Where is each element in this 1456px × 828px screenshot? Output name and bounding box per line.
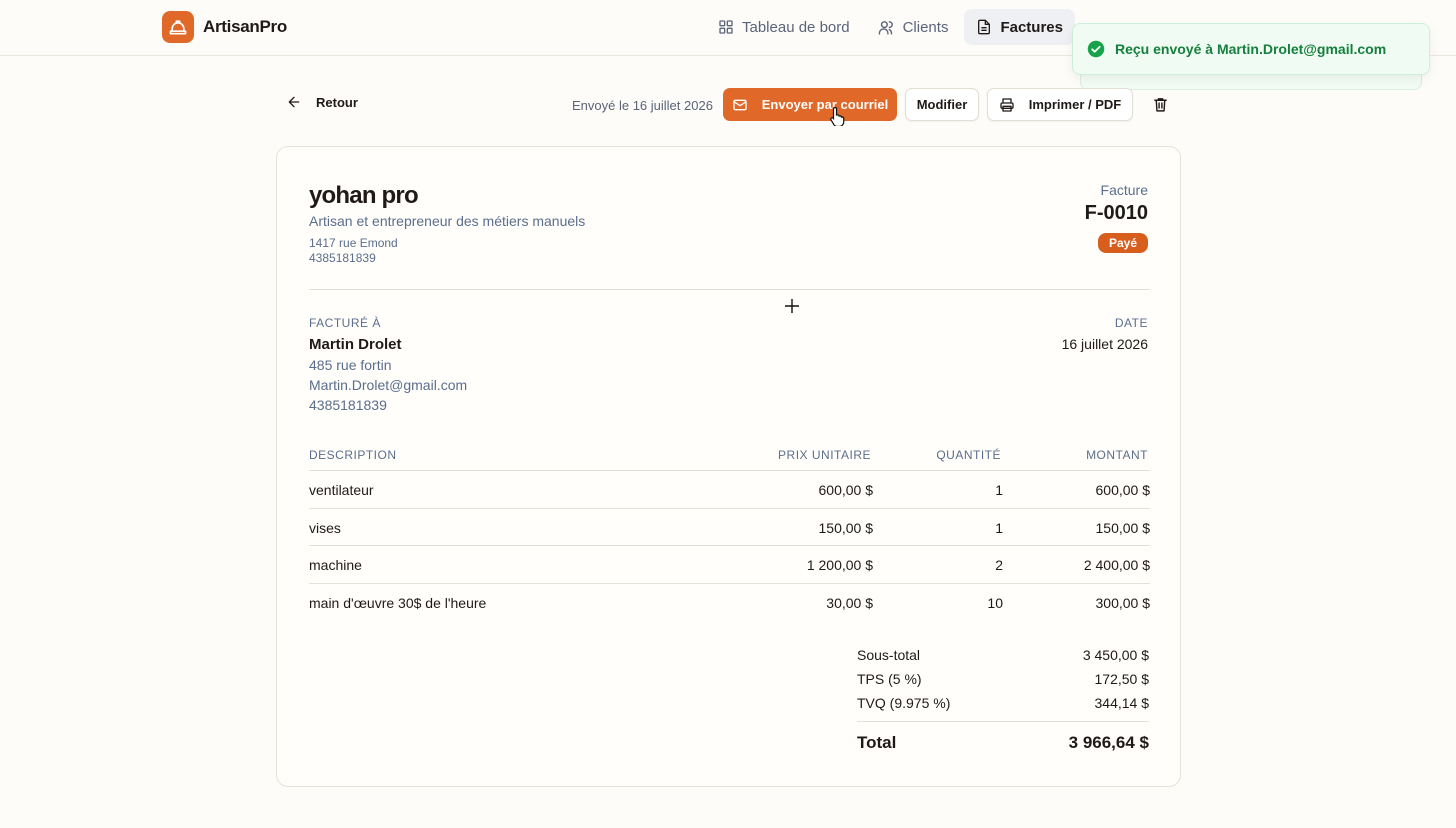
- print-label: Imprimer / PDF: [1028, 97, 1122, 112]
- send-email-button[interactable]: Envoyer par courriel: [723, 88, 897, 121]
- row-amount: 2 400,00 $: [1083, 557, 1150, 573]
- invoice-number: F-0010: [1084, 202, 1148, 224]
- row-description: main d'œuvre 30$ de l'heure: [309, 595, 487, 611]
- table-row: machine 1 200,00 $ 2 2 400,00 $: [309, 545, 1150, 582]
- client-phone: 4385181839: [309, 397, 387, 413]
- nav-item-invoices[interactable]: Factures: [964, 9, 1075, 45]
- table-row: main d'œuvre 30$ de l'heure 30,00 $ 10 3…: [309, 583, 1150, 620]
- subtotal-value: 3 450,00 $: [1082, 647, 1149, 663]
- billed-to-label: FACTURÉ À: [309, 316, 381, 330]
- column-header-amount: MONTANT: [1086, 448, 1148, 462]
- grid-icon: [719, 20, 733, 34]
- tps-value: 172,50 $: [1094, 671, 1150, 687]
- business-phone: 4385181839: [309, 251, 376, 265]
- back-label: Retour: [316, 94, 358, 110]
- print-pdf-button[interactable]: Imprimer / PDF: [987, 88, 1133, 121]
- toast-message: Reçu envoyé à Martin.Drolet@gmail.com: [1115, 41, 1387, 57]
- brand-name: ArtisanPro: [203, 17, 287, 36]
- row-unit-price: 150,00 $: [818, 520, 874, 536]
- invoice-card: yohan pro Artisan et entrepreneur des mé…: [276, 146, 1181, 787]
- mail-icon: [733, 99, 747, 110]
- date-label: DATE: [1114, 316, 1148, 330]
- totals-divider: [857, 721, 1149, 722]
- client-address: 485 rue fortin: [309, 357, 392, 373]
- sent-status: Envoyé le 16 juillet 2026: [572, 98, 713, 113]
- row-unit-price: 1 200,00 $: [806, 557, 873, 573]
- business-tagline: Artisan et entrepreneur des métiers manu…: [309, 213, 586, 229]
- hard-hat-icon: [162, 11, 194, 43]
- nav-item-clients[interactable]: Clients: [866, 9, 961, 45]
- nav-label: Factures: [1000, 18, 1063, 36]
- row-amount: 300,00 $: [1095, 595, 1151, 611]
- back-button[interactable]: Retour: [286, 94, 358, 110]
- row-quantity: 2: [995, 557, 1003, 573]
- document-type: Facture: [1100, 182, 1148, 198]
- invoice-date: 16 juillet 2026: [1061, 336, 1148, 352]
- business-address: 1417 rue Emond: [309, 236, 398, 250]
- client-email: Martin.Drolet@gmail.com: [309, 377, 468, 393]
- nav-label: Tableau de bord: [742, 18, 850, 36]
- tvq-label: TVQ (9.975 %): [857, 695, 951, 711]
- business-name: yohan pro: [309, 182, 419, 209]
- client-name: Martin Drolet: [309, 336, 402, 353]
- brand[interactable]: ArtisanPro: [162, 11, 287, 43]
- column-header-description: DESCRIPTION: [309, 448, 397, 462]
- column-header-quantity: QUANTITÉ: [936, 448, 1001, 462]
- row-amount: 150,00 $: [1095, 520, 1151, 536]
- row-amount: 600,00 $: [1095, 482, 1151, 498]
- tps-label: TPS (5 %): [857, 671, 922, 687]
- check-circle-icon: [1087, 40, 1105, 58]
- send-email-label: Envoyer par courriel: [761, 97, 889, 112]
- row-quantity: 1: [995, 482, 1003, 498]
- table-row: vises 150,00 $ 1 150,00 $: [309, 508, 1150, 545]
- trash-icon: [1154, 98, 1167, 112]
- row-quantity: 10: [987, 595, 1003, 611]
- row-description: ventilateur: [309, 482, 374, 498]
- nav-label: Clients: [902, 18, 949, 36]
- row-quantity: 1: [995, 520, 1003, 536]
- file-icon: [978, 19, 991, 35]
- table-row: ventilateur 600,00 $ 1 600,00 $: [309, 470, 1150, 507]
- hand-cursor-icon: [829, 106, 847, 131]
- invoice-action-bar: Retour Envoyé le 16 juillet 2026 Envoyer…: [276, 88, 1180, 122]
- subtotal-label: Sous-total: [857, 647, 921, 663]
- row-description: vises: [309, 520, 341, 536]
- total-label: Total: [857, 733, 897, 752]
- row-description: machine: [309, 557, 362, 573]
- printer-icon: [1000, 97, 1014, 112]
- main-nav: Tableau de bord Clients Factures: [706, 9, 1075, 45]
- tvq-value: 344,14 $: [1094, 695, 1150, 711]
- users-icon: [878, 20, 893, 35]
- row-unit-price: 600,00 $: [818, 482, 874, 498]
- edit-label: Modifier: [916, 97, 968, 112]
- status-badge: Payé: [1097, 233, 1148, 253]
- edit-button[interactable]: Modifier: [905, 88, 979, 121]
- nav-item-dashboard[interactable]: Tableau de bord: [706, 9, 862, 45]
- column-header-unit-price: PRIX UNITAIRE: [778, 448, 871, 462]
- arrow-left-icon: [288, 96, 300, 108]
- header-divider: [309, 289, 1150, 290]
- success-toast[interactable]: Reçu envoyé à Martin.Drolet@gmail.com: [1072, 23, 1430, 75]
- delete-button[interactable]: [1152, 96, 1169, 118]
- total-value: 3 966,64 $: [1068, 733, 1149, 752]
- row-unit-price: 30,00 $: [826, 595, 873, 611]
- crosshair-cursor-icon: [785, 299, 799, 313]
